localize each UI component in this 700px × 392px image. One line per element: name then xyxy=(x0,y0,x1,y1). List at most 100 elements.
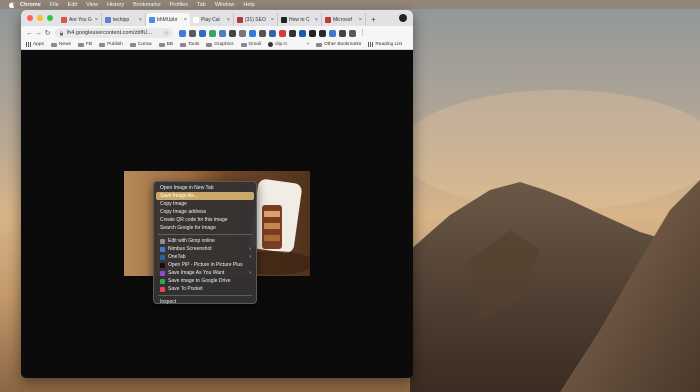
menu-bookmarks[interactable]: Bookmarks xyxy=(133,2,161,8)
extension-icon xyxy=(160,246,165,252)
menu-extension-item[interactable]: Save To Pocket xyxy=(156,285,254,293)
extension-icon[interactable] xyxy=(229,29,236,37)
browser-tab[interactable]: Are You G × xyxy=(58,13,102,26)
browser-tab[interactable]: bhMUpbr × xyxy=(146,13,190,26)
extension-icon[interactable] xyxy=(299,29,306,37)
menu-item-label: Save To Pocket xyxy=(168,286,203,292)
menu-tab[interactable]: Tab xyxy=(197,2,206,8)
browser-tab[interactable]: (31) SEO × xyxy=(234,13,278,26)
menu-save-image-as[interactable]: Save Image As... xyxy=(156,192,254,200)
zoom-window-button[interactable] xyxy=(47,15,53,21)
bookmark-folder-fb[interactable]: FB xyxy=(77,42,92,47)
more-vert-icon[interactable]: ⋮ xyxy=(359,30,366,37)
menu-extension-item[interactable]: Nimbus Screenshot › xyxy=(156,245,254,253)
browser-tab[interactable]: Play Cal × xyxy=(190,13,234,26)
extension-icon[interactable] xyxy=(249,29,256,37)
bookmark-apps[interactable]: Apps xyxy=(26,42,44,47)
extension-icon[interactable] xyxy=(319,29,326,37)
tab-close-icon[interactable]: × xyxy=(227,17,230,23)
tab-title: How to C xyxy=(289,16,310,23)
tab-title: techipp xyxy=(113,16,130,23)
browser-window: Are You G × techipp × bhMUpbr × Play Cal × (31) … xyxy=(21,10,413,378)
bookmark-folder-canva[interactable]: Canva xyxy=(129,42,152,47)
menu-edit[interactable]: Edit xyxy=(68,2,77,8)
extension-icon[interactable] xyxy=(179,29,186,37)
menu-extension-item[interactable]: Edit with Gimp online xyxy=(156,237,254,245)
menu-file[interactable]: File xyxy=(50,2,59,8)
menu-copy-image-address[interactable]: Copy Image address xyxy=(156,208,254,216)
address-bar[interactable]: lh4.googleusercontent.com/zbfIU... ☆ xyxy=(55,28,173,38)
tab-close-icon[interactable]: × xyxy=(139,17,142,23)
menu-view[interactable]: View xyxy=(86,2,98,8)
menu-copy-image[interactable]: Copy Image xyxy=(156,200,254,208)
bookmark-label: Tools xyxy=(188,42,200,47)
extension-icon xyxy=(160,254,165,260)
tab-favicon-icon xyxy=(105,16,111,23)
extension-icon[interactable] xyxy=(289,29,296,37)
bookmark-folder-bb[interactable]: BB xyxy=(158,42,173,47)
tab-close-icon[interactable]: × xyxy=(271,17,274,23)
browser-tab[interactable]: How to C × xyxy=(278,13,322,26)
menu-extension-item[interactable]: Open PiP - Picture in Picture Plus xyxy=(156,261,254,269)
menu-help[interactable]: Help xyxy=(243,2,254,8)
apple-icon[interactable] xyxy=(8,1,14,8)
more-bookmarks-chevron[interactable]: » xyxy=(306,42,309,47)
bookmark-folder-tools[interactable]: Tools xyxy=(180,42,199,47)
browser-toolbar: ← → ↻ lh4.googleusercontent.com/zbfIU...… xyxy=(21,26,413,40)
tab-close-icon[interactable]: × xyxy=(359,17,362,23)
bookmark-folder-graphics[interactable]: Graphics xyxy=(206,42,234,47)
reload-icon[interactable]: ↻ xyxy=(43,29,52,37)
menu-chrome[interactable]: Chrome xyxy=(20,2,41,8)
bookmark-folder-news[interactable]: News xyxy=(50,42,71,47)
extension-icon[interactable] xyxy=(329,29,336,37)
menu-extension-item[interactable]: OneTab › xyxy=(156,253,254,261)
bookmark-folder-publish[interactable]: Publish xyxy=(99,42,123,47)
submenu-chevron-icon: › xyxy=(249,254,251,260)
extension-icon[interactable] xyxy=(219,29,226,37)
menu-search-google-for-image[interactable]: Search Google for Image xyxy=(156,224,254,232)
extension-icon[interactable] xyxy=(239,29,246,37)
menu-open-image-new-tab[interactable]: Open Image in New Tab xyxy=(156,184,254,192)
menu-window[interactable]: Window xyxy=(215,2,235,8)
bookmark-star-icon[interactable]: ☆ xyxy=(164,30,169,37)
bookmark-label: Other Bookmarks xyxy=(324,42,362,47)
extension-icon[interactable] xyxy=(309,29,316,37)
extension-icon[interactable] xyxy=(259,29,266,37)
puzzle-icon[interactable] xyxy=(339,29,346,37)
profile-avatar[interactable] xyxy=(399,14,407,22)
browser-tab[interactable]: techipp × xyxy=(102,13,146,26)
minimize-window-button[interactable] xyxy=(37,15,43,21)
tab-favicon-icon xyxy=(325,16,331,23)
page-content: Open Image in New Tab Save Image As... C… xyxy=(21,51,413,378)
extension-icon xyxy=(160,286,165,292)
menu-inspect[interactable]: Inspect xyxy=(156,298,254,306)
menu-create-qr-code[interactable]: Create QR code for this image xyxy=(156,216,254,224)
back-arrow-icon[interactable]: ← xyxy=(25,30,34,37)
menu-extension-item[interactable]: Save Image As You Want › xyxy=(156,269,254,277)
extension-icon[interactable] xyxy=(209,29,216,37)
forward-arrow-icon[interactable]: → xyxy=(34,30,43,37)
menu-history[interactable]: History xyxy=(107,2,124,8)
bookmark-folder-gmail[interactable]: Gmail xyxy=(240,42,261,47)
media-icon[interactable] xyxy=(349,29,356,37)
menu-extension-item[interactable]: Save image to Google Drive xyxy=(156,277,254,285)
close-window-button[interactable] xyxy=(27,15,33,21)
browser-tab[interactable]: Microsof × xyxy=(322,13,366,26)
extension-icon[interactable] xyxy=(279,29,286,37)
tabs: Are You G × techipp × bhMUpbr × Play Cal × (31) … xyxy=(58,10,366,26)
bookmark-other[interactable]: Other Bookmarks xyxy=(316,42,361,47)
new-tab-button[interactable]: + xyxy=(366,15,381,24)
tab-close-icon[interactable]: × xyxy=(95,17,98,23)
tab-close-icon[interactable]: × xyxy=(184,17,187,23)
bookmark-label: Publish xyxy=(107,42,123,47)
tab-close-icon[interactable]: × xyxy=(315,17,318,23)
bookmark-clip[interactable]: clip.rc xyxy=(268,42,288,47)
bookmark-reading-list[interactable]: Reading List xyxy=(368,42,402,47)
context-menu: Open Image in New Tab Save Image As... C… xyxy=(153,181,257,306)
extension-icon[interactable] xyxy=(189,29,196,37)
address-url: lh4.googleusercontent.com/zbfIU... xyxy=(67,30,152,36)
folder-icon xyxy=(50,42,57,47)
extension-icon[interactable] xyxy=(199,29,206,37)
extension-icon[interactable] xyxy=(269,29,276,37)
menu-profiles[interactable]: Profiles xyxy=(170,2,188,8)
